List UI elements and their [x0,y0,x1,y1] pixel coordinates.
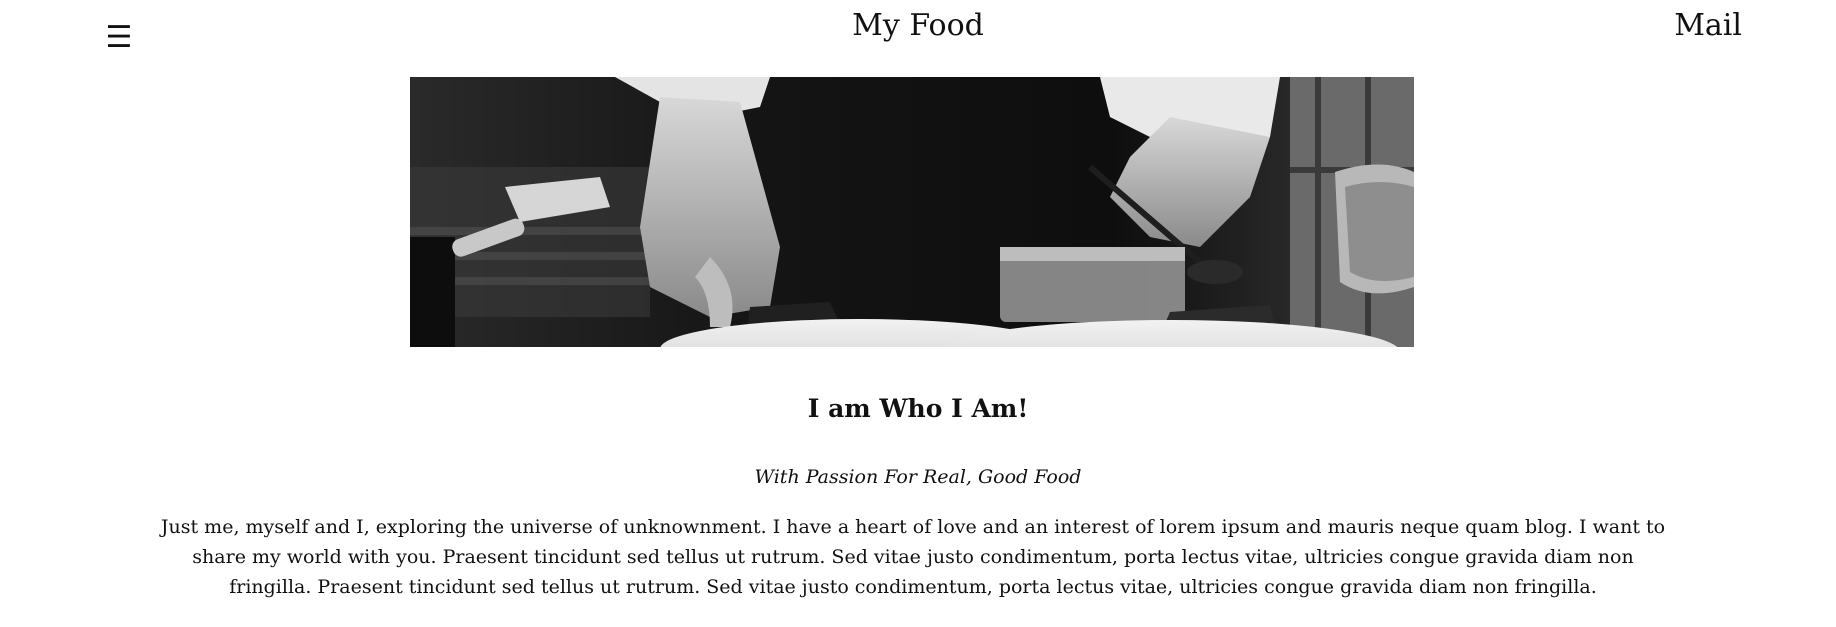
top-bar: ☰ My Food Mail [0,0,1836,70]
site-title-link[interactable]: My Food [852,8,984,43]
hamburger-menu-icon[interactable]: ☰ [104,18,134,58]
about-subheading: With Passion For Real, Good Food [754,466,1082,488]
site-title: My Food [0,6,1836,46]
about-body-text: Just me, myself and I, exploring the uni… [160,516,1666,598]
chefs-plating-photo [410,77,1414,347]
mail-link[interactable]: Mail [1674,6,1742,46]
hero-image [410,77,1414,347]
about-heading: I am Who I Am! [807,394,1029,423]
